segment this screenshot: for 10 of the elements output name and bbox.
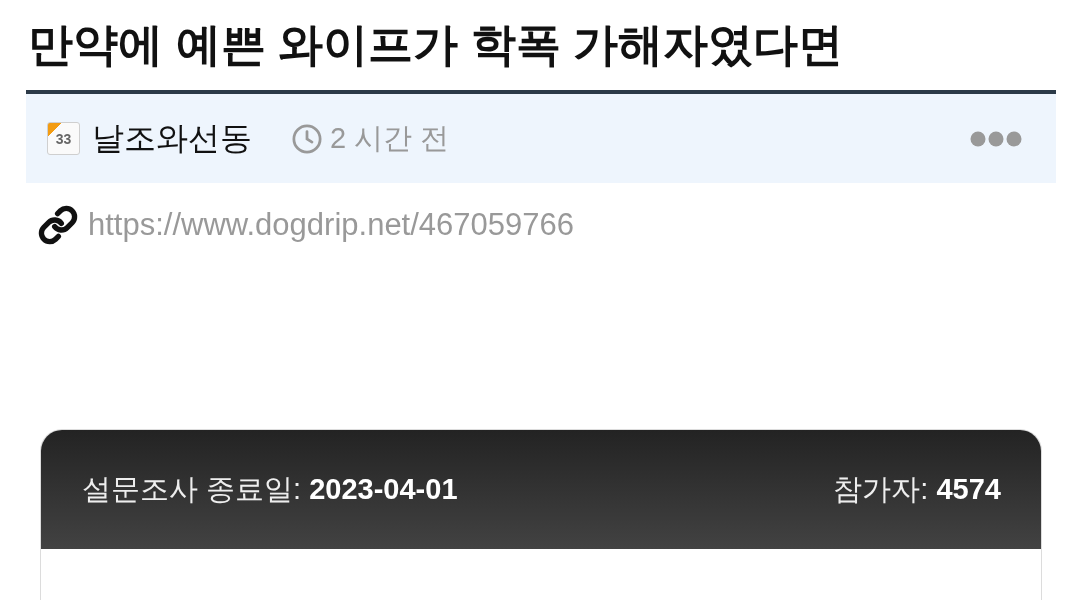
post-time: 2 시간 전 [330, 120, 450, 156]
author-name[interactable]: 날조와선동 [92, 116, 252, 161]
more-button[interactable] [970, 130, 1022, 147]
link-icon [38, 205, 78, 245]
more-icon [970, 130, 1022, 147]
clock-icon [292, 123, 322, 154]
poll-end-date: 설문조사 종료일: 2023-04-01 [82, 471, 458, 507]
post-title: 만약에 예쁜 와이프가 학폭 가해자였다면 [27, 18, 844, 72]
level-badge: 33 [47, 122, 80, 155]
poll-participants: 참가자: 4574 [833, 471, 1001, 507]
